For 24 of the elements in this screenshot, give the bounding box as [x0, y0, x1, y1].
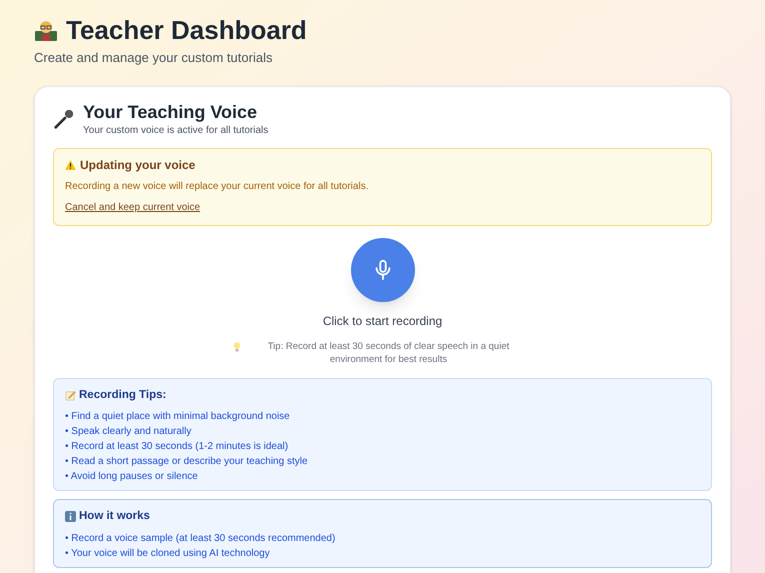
card-title: Your Teaching Voice: [83, 100, 258, 123]
microphone-icon: [53, 108, 75, 130]
list-item: • Read a short passage or describe your teaching style: [65, 455, 309, 470]
info-icon: [65, 511, 76, 522]
list-item: • Record at least 30 seconds (1-2 minutes is ideal): [65, 440, 290, 454]
panel-title: Recording Tips:: [79, 388, 166, 403]
card-subtitle: Your custom voice is active for all tutorials: [83, 124, 268, 138]
list-item: • Find a quiet place with minimal background noise: [65, 410, 291, 424]
record-label: Click to start recording: [322, 313, 442, 330]
lightbulb-icon: [232, 342, 240, 352]
page-title: Teacher Dashboard: [66, 14, 307, 46]
teacher-icon: [34, 18, 58, 42]
list-item: • Your voice will be cloned using AI technology: [65, 546, 271, 560]
list-item: • Avoid long pauses or silence: [65, 470, 199, 484]
recording-tip: Tip: Record at least 30 seconds of clear speech in a quiet environment for best results: [266, 340, 510, 366]
list-item: • Speak clearly and naturally: [65, 425, 192, 440]
warning-icon: [65, 160, 76, 170]
warning-title: Updating your voice: [80, 157, 196, 174]
panel-title: How it works: [79, 509, 150, 524]
cancel-link[interactable]: Cancel and keep current voice: [65, 200, 200, 215]
list-item: • Record a voice sample (at least 30 seconds recommended): [65, 532, 336, 546]
memo-icon: [65, 390, 76, 402]
page-subtitle: Create and manage your custom tutorials: [34, 49, 274, 67]
warning-message: Recording a new voice will replace your current voice for all tutorials.: [65, 180, 370, 194]
